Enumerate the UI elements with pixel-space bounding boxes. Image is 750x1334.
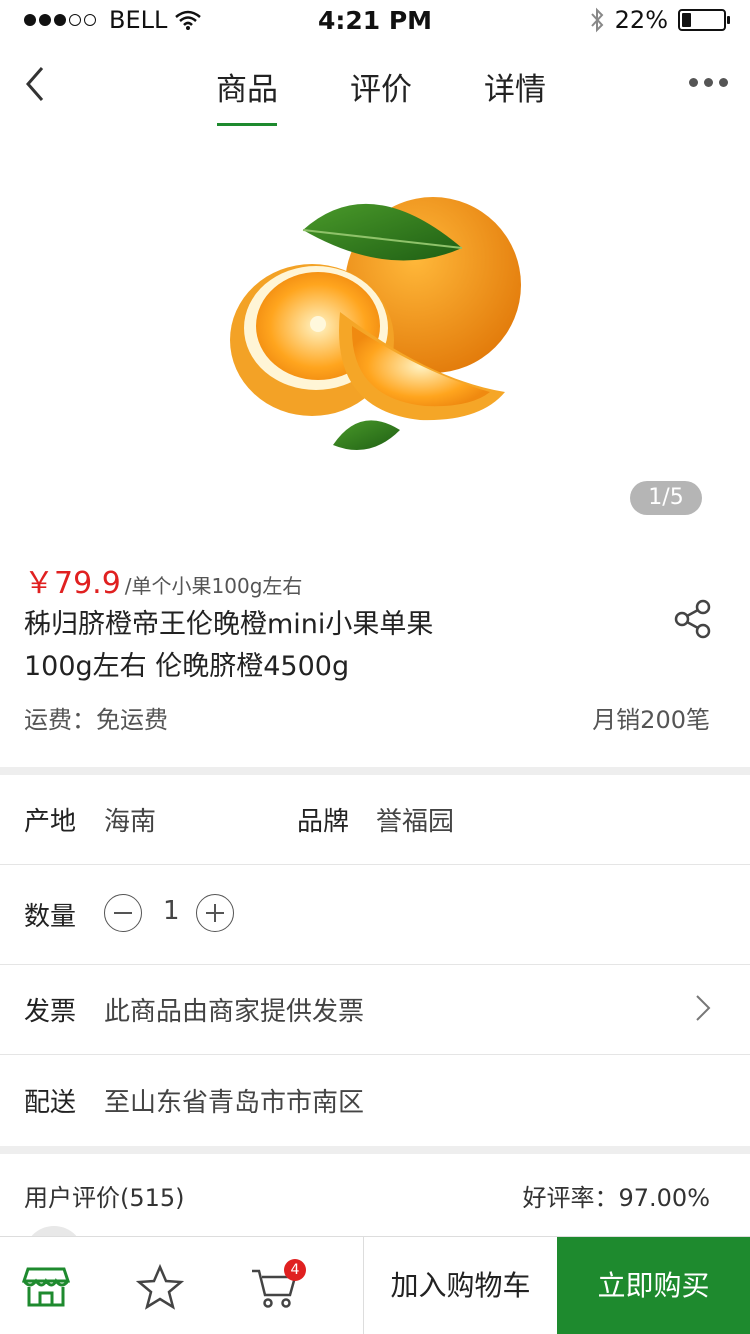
origin-label: 产地: [24, 807, 77, 837]
top-nav: 商品 评价 详情: [0, 40, 750, 130]
cart-count-badge: 4: [284, 1259, 306, 1281]
store-icon[interactable]: [22, 1263, 70, 1311]
status-right: 22%: [589, 6, 730, 34]
back-arrow-icon[interactable]: [18, 62, 58, 106]
product-title-line-2: 100g左右 伦晚脐橙4500g: [24, 651, 350, 682]
positive-rating: 好评率：97.00%: [522, 1184, 710, 1212]
product-title-line-1: 秭归脐橙帝王伦晚橙mini小果单果: [24, 609, 434, 640]
delivery-label: 配送: [24, 1088, 77, 1118]
battery-level: [682, 13, 691, 27]
product-title: 秭归脐橙帝王伦晚橙mini小果单果 100g左右 伦晚脐橙4500g: [24, 604, 484, 688]
tab-bar: 商品 评价 详情: [180, 64, 582, 126]
invoice-row[interactable]: 发票 此商品由商家提供发票: [0, 965, 750, 1055]
quantity-value: 1: [163, 896, 180, 926]
buy-now-button[interactable]: 立即购买: [557, 1237, 750, 1334]
monthly-sales: 月销200笔: [592, 706, 710, 734]
brand-value: 誉福园: [376, 807, 455, 837]
more-icon[interactable]: [683, 78, 728, 87]
tab-details[interactable]: 详情: [448, 64, 582, 126]
battery-percent: 22%: [614, 6, 668, 34]
shipping-fee: 运费：免运费: [24, 706, 168, 734]
quantity-decrease-button[interactable]: [104, 894, 142, 932]
quantity-row: 数量 1: [0, 866, 750, 965]
tab-reviews[interactable]: 评价: [314, 64, 448, 126]
image-pager-indicator: 1/5: [630, 481, 702, 515]
invoice-label: 发票: [24, 997, 77, 1027]
share-icon[interactable]: [672, 598, 714, 640]
origin-value: 海南: [104, 807, 157, 837]
delivery-value: 至山东省青岛市市南区: [104, 1088, 365, 1118]
tab-product[interactable]: 商品: [180, 64, 314, 126]
chevron-right-icon: [696, 995, 711, 1021]
quantity-label: 数量: [24, 902, 77, 932]
price-unit: /单个小果100g左右: [124, 574, 303, 598]
delivery-row[interactable]: 配送 至山东省青岛市市南区: [0, 1056, 750, 1146]
section-divider: [0, 1146, 750, 1154]
price-row: ￥79.9 /单个小果100g左右: [24, 558, 302, 602]
origin-brand-row: 产地 海南 品牌 誉福园: [0, 775, 750, 865]
section-divider: [0, 767, 750, 775]
star-icon[interactable]: [136, 1263, 184, 1311]
quantity-increase-button[interactable]: [196, 894, 234, 932]
battery-icon: [678, 9, 730, 31]
product-price: ￥79.9: [24, 566, 121, 601]
invoice-value: 此商品由商家提供发票: [104, 997, 365, 1027]
bottom-action-bar: 4 加入购物车 立即购买: [0, 1236, 750, 1334]
bluetooth-icon: [590, 7, 604, 33]
reviews-title: 用户评价(515): [24, 1184, 185, 1212]
status-bar: BELL 4:21 PM 22%: [0, 0, 750, 40]
add-to-cart-button[interactable]: 加入购物车: [363, 1237, 557, 1334]
reviews-header[interactable]: 用户评价(515) 好评率：97.00%: [0, 1154, 750, 1234]
brand-label: 品牌: [297, 807, 350, 837]
